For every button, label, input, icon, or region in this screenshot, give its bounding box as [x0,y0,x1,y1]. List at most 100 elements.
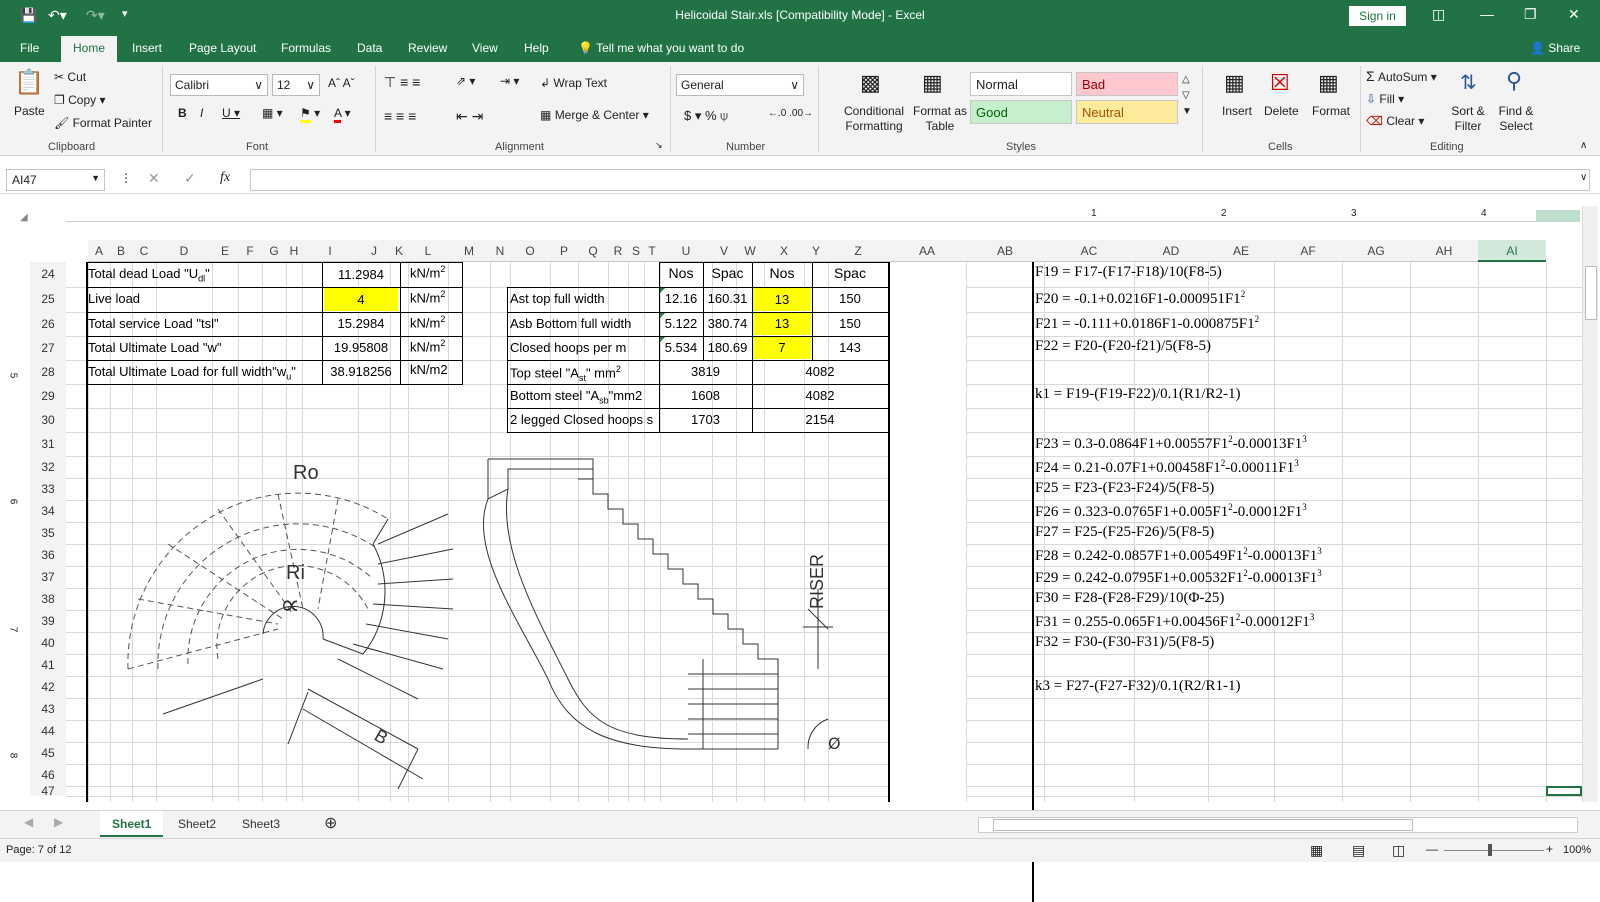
sort-filter-icon[interactable]: ⇅ [1460,70,1477,95]
formula-input[interactable] [250,169,1590,191]
row-header[interactable]: 39 [30,610,66,632]
column-header[interactable]: M [448,240,490,262]
row-header[interactable]: 26 [30,312,66,336]
column-header[interactable]: AI [1478,240,1546,262]
sign-in-button[interactable]: Sign in [1349,6,1406,26]
column-header[interactable]: O [510,240,550,262]
column-header[interactable]: X [764,240,804,262]
scroll-thumb[interactable] [1585,266,1597,320]
zoom-in-icon[interactable]: + [1546,842,1553,856]
column-header[interactable]: I [302,240,358,262]
sheet-tab-2[interactable]: Sheet2 [178,817,216,831]
row-header[interactable]: 44 [30,720,66,742]
tab-help[interactable]: Help [524,41,549,55]
ribbon-display-icon[interactable]: ◫ [1432,6,1445,23]
font-color-icon[interactable]: A ▾ [334,106,351,123]
sheet-tab-3[interactable]: Sheet3 [242,817,280,831]
row-header[interactable]: 27 [30,336,66,360]
column-header[interactable]: K [390,240,408,262]
autosum-button[interactable]: Σ AutoSum ▾ [1366,68,1437,84]
italic-button[interactable]: I [200,106,203,120]
expand-formula-icon[interactable]: ∨ [1580,172,1587,183]
format-painter-button[interactable]: 🖌 Format Painter [54,116,152,130]
font-size-combo[interactable]: 12 ∨ [272,74,320,96]
row-header[interactable]: 43 [30,698,66,720]
currency-icon[interactable]: $ ▾ % ⍦ [684,108,728,124]
paste-icon[interactable]: 📋 [14,68,44,97]
column-header[interactable]: L [408,240,448,262]
column-header[interactable]: F [238,240,262,262]
format-as-table-icon[interactable]: ▦ [922,70,943,96]
find-select-icon[interactable]: ⚲ [1506,68,1522,94]
text-direction-icon[interactable]: ⇥ ▾ [500,74,519,88]
column-header[interactable]: U [660,240,712,262]
row-header[interactable]: 42 [30,676,66,698]
sort-filter-button[interactable]: Sort & Filter [1448,104,1488,134]
row-header[interactable]: 30 [30,408,66,432]
row-header[interactable]: 46 [30,764,66,786]
column-header[interactable]: AG [1342,240,1410,262]
style-bad[interactable]: Bad [1076,72,1178,96]
find-select-button[interactable]: Find & Select [1494,104,1538,134]
column-header[interactable]: N [490,240,510,262]
row-header[interactable]: 45 [30,742,66,764]
clear-button[interactable]: ⌫ Clear ▾ [1366,114,1424,128]
column-header[interactable]: P [550,240,578,262]
normal-view-icon[interactable]: ▦ [1310,842,1323,859]
column-header[interactable]: V [712,240,736,262]
collapse-ribbon-icon[interactable]: ∧ [1580,140,1587,151]
row-header[interactable]: 35 [30,522,66,544]
zoom-slider[interactable] [1444,850,1544,851]
row-header[interactable]: 34 [30,500,66,522]
prev-sheet-icon[interactable]: ◀ [24,815,33,829]
tab-formulas[interactable]: Formulas [281,41,331,55]
merge-center-button[interactable]: ▦ Merge & Center ▾ [540,108,649,122]
row-header[interactable]: 38 [30,588,66,610]
close-button[interactable]: ✕ [1568,6,1580,23]
column-header[interactable]: Z [828,240,888,262]
row-header[interactable]: 41 [30,654,66,676]
style-neutral[interactable]: Neutral [1076,100,1178,124]
align-left-icon[interactable]: ≡ ≡ ≡ [384,108,416,124]
tell-me-search[interactable]: 💡 Tell me what you want to do [578,41,744,55]
load-value[interactable]: 11.2984 [324,263,398,286]
style-normal[interactable]: Normal [970,72,1072,96]
column-header[interactable]: W [736,240,764,262]
underline-button[interactable]: U ▾ [222,106,240,120]
format-cells-icon[interactable]: ▦ [1318,70,1339,96]
orientation-icon[interactable]: ⇗ ▾ [456,74,475,88]
tab-home[interactable]: Home [61,36,118,62]
cut-button[interactable]: ✂ Cut [54,70,86,84]
tab-insert[interactable]: Insert [132,41,162,55]
paste-button[interactable]: Paste [14,104,45,118]
insert-function-icon[interactable]: fx [220,170,230,186]
steel-nos-input[interactable]: 13 [753,313,811,335]
number-format-combo[interactable]: General ∨ [676,74,804,96]
column-header[interactable]: AC [1044,240,1134,262]
row-header[interactable]: 32 [30,456,66,478]
horizontal-scrollbar[interactable] [978,817,1578,833]
tab-file[interactable]: File [20,41,39,55]
column-header[interactable]: AH [1410,240,1478,262]
row-header[interactable]: 37 [30,566,66,588]
column-header[interactable]: A [88,240,110,262]
zoom-out-icon[interactable]: — [1426,842,1438,856]
name-box[interactable]: AI47 ▼ [6,169,105,191]
column-header[interactable]: H [286,240,302,262]
conditional-formatting-button[interactable]: Conditional Formatting [826,104,922,134]
add-sheet-icon[interactable]: ⊕ [324,813,337,833]
steel-nos-input[interactable]: 7 [753,337,811,359]
row-header[interactable]: 40 [30,632,66,654]
row-header[interactable]: 47 [30,785,66,797]
page-break-view-icon[interactable]: ◫ [1392,842,1405,859]
column-header[interactable]: T [644,240,660,262]
column-header[interactable]: R [608,240,628,262]
steel-nos-input[interactable]: 13 [753,288,811,311]
tab-page-layout[interactable]: Page Layout [189,41,256,55]
column-header[interactable]: AD [1134,240,1208,262]
tab-review[interactable]: Review [408,41,447,55]
column-header[interactable]: J [358,240,390,262]
row-header[interactable]: 33 [30,478,66,500]
column-header[interactable]: B [110,240,132,262]
minimize-button[interactable]: — [1480,6,1494,22]
